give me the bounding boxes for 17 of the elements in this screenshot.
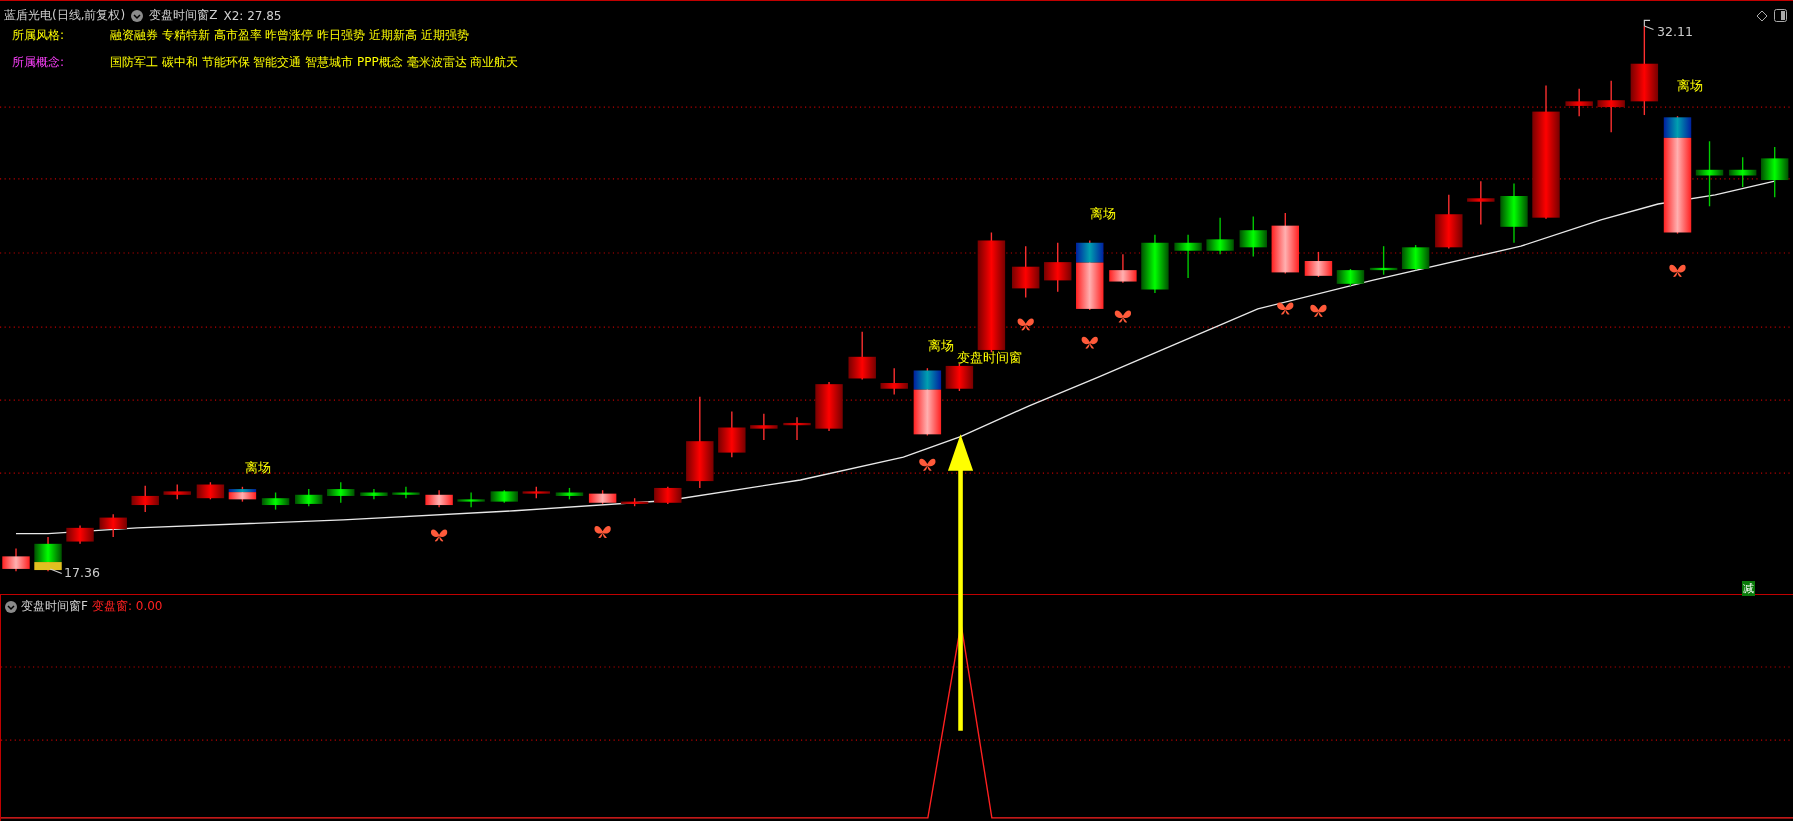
low-price-label: 17.36	[49, 564, 100, 580]
signal-label: 变盘时间窗	[956, 350, 1022, 366]
indicator-name: 变盘时间窗Z	[149, 7, 218, 24]
panel-title: 变盘时间窗F	[21, 598, 88, 615]
reduce-badge: 减	[1742, 581, 1755, 596]
exit-label: 离场	[245, 460, 272, 475]
indicator-reading: X2: 27.85	[223, 8, 282, 23]
exit-label: 离场	[928, 337, 955, 353]
info-value: 融资融券 专精特新 高市盈率 昨曾涨停 昨日强势 近期新高 近期强势	[110, 27, 470, 44]
info-label: 所属概念:	[12, 54, 66, 71]
chart-title: 蓝盾光电(日线,前复权)	[4, 7, 126, 24]
exit-label: 离场	[1677, 77, 1704, 93]
info-label: 所属风格:	[12, 27, 66, 44]
exit-label: 离场	[1090, 205, 1117, 221]
info-value: 国防军工 碳中和 节能环保 智能交通 智慧城市 PPP概念 毫米波雷达 商业航天	[110, 54, 519, 71]
high-price-label: 32.11	[1643, 19, 1693, 40]
panel-reading: 变盘窗: 0.00	[91, 598, 163, 615]
